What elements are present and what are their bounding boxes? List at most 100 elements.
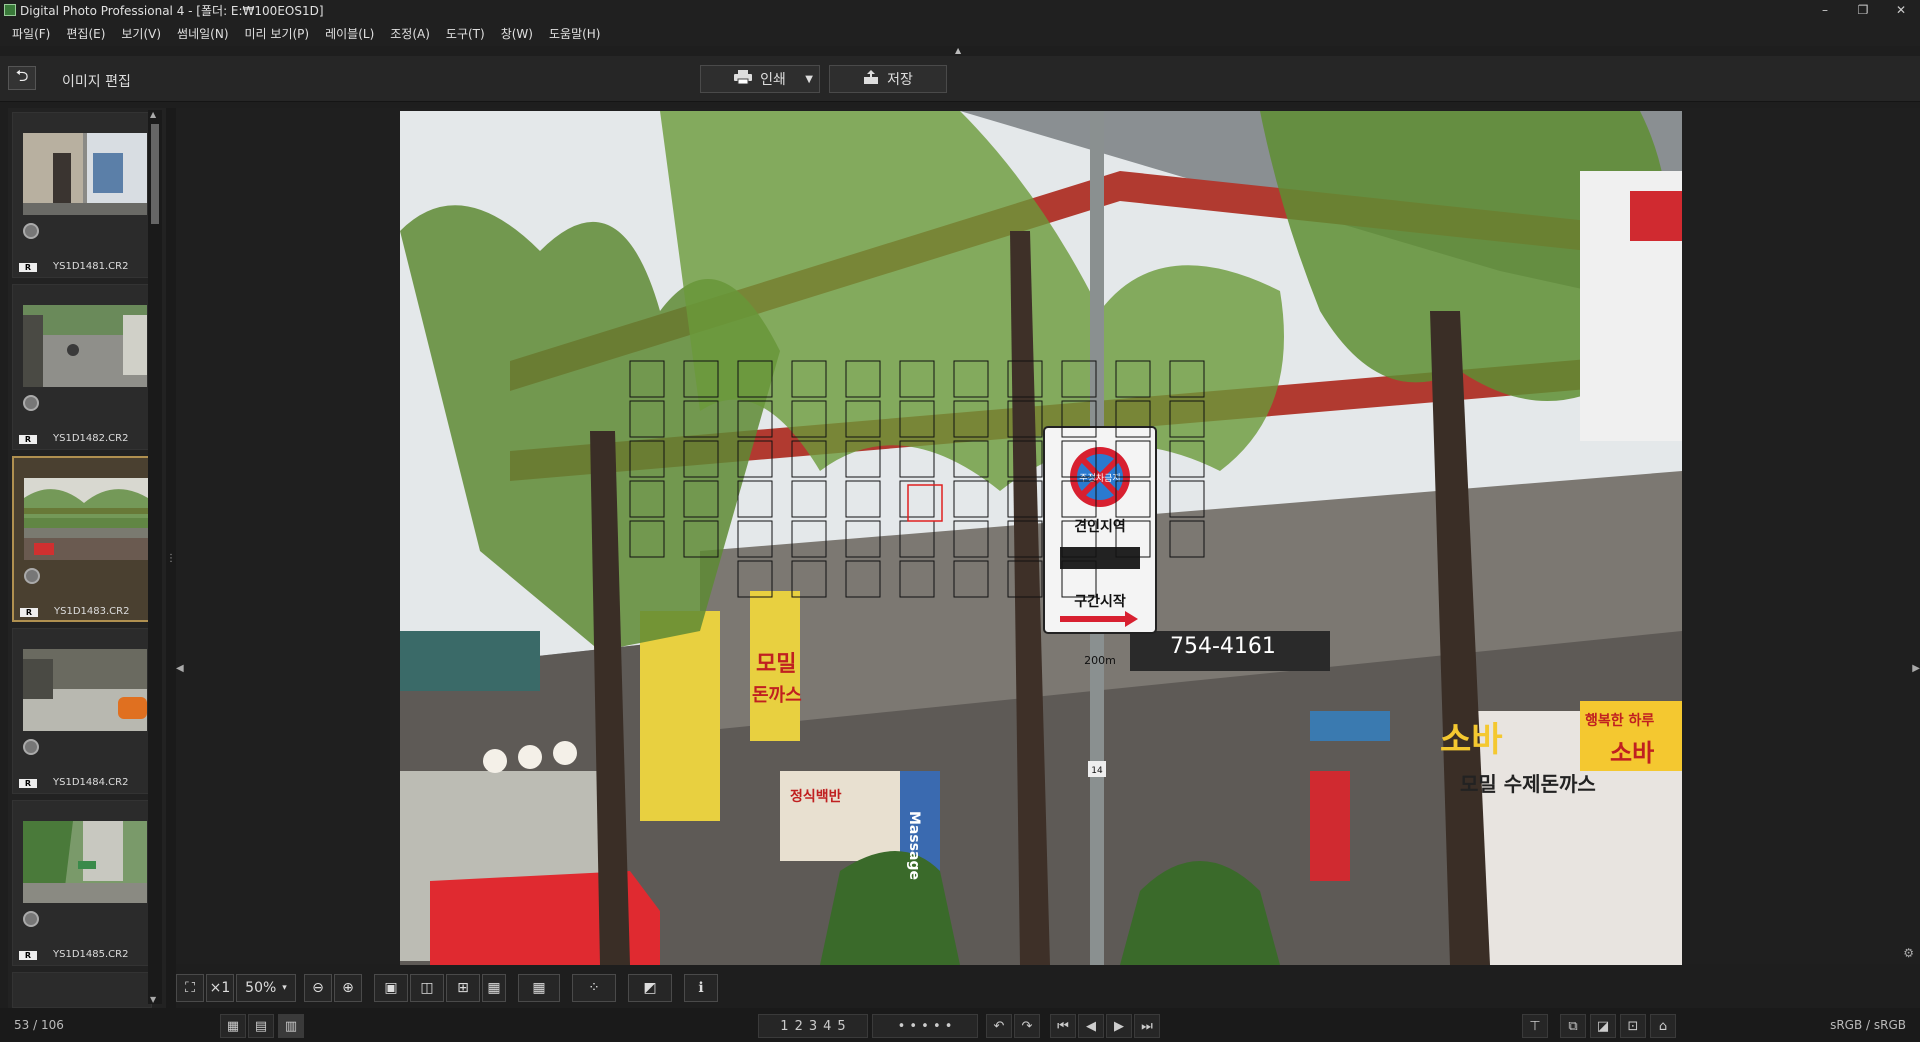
image-viewer[interactable]: ◀ 주정차금지 견인지역 구간시작 200m 754-4161 소바 행복한 하… [176,108,1920,965]
scroll-up-icon[interactable]: ▲ [150,110,156,119]
print-dropdown-icon[interactable]: ▼ [805,74,813,85]
thumbnail-small-button[interactable]: ▦ [220,1014,246,1038]
check-mark-icon[interactable] [23,395,39,411]
menu-edit[interactable]: 편집(E) [58,25,113,42]
compare-multi-button[interactable]: ⊞ [446,974,480,1002]
title-bar: Digital Photo Professional 4 - [폴더: E:₩1… [0,0,1920,20]
check-mark-icon[interactable] [24,568,40,584]
back-button[interactable]: ⮌ [8,66,36,90]
menu-help[interactable]: 도움말(H) [541,25,609,42]
grid-icon: ▦ [532,980,546,996]
status-bar: 53 / 106 ▦ ▤ ▥ 1 2 3 4 5 • • • • • ↶ ↷ ⏮… [0,1008,1920,1042]
scroll-thumb[interactable] [151,124,159,224]
highlight-warning-button[interactable]: ◩ [628,974,672,1002]
color-space: sRGB / sRGB [1830,1018,1906,1032]
first-image-button[interactable]: ⏮ [1050,1014,1076,1038]
next-image-button[interactable]: ▶ [1106,1014,1132,1038]
sync-view-button[interactable]: ▦ [482,974,506,1002]
menu-preview[interactable]: 미리 보기(P) [237,25,318,42]
check-mark-icon[interactable] [23,739,39,755]
last-image-button[interactable]: ⏭ [1134,1014,1160,1038]
single-view-button[interactable]: ▣ [374,974,408,1002]
info-button[interactable]: ℹ [684,974,718,1002]
toolbar: ⮌ 이미지 편집 인쇄 ▼ 저장 [0,56,1920,102]
panel-splitter[interactable]: ⋮ [166,108,176,1008]
rating-2[interactable]: 2 [795,1019,803,1034]
shop-sign-massage: Massage [906,811,922,880]
expand-right-icon[interactable]: ▶ [1912,663,1920,674]
restore-icon[interactable]: ❐ [1844,0,1882,20]
close-icon[interactable]: ✕ [1882,0,1920,20]
label-dots-icon: • • • • • [897,1018,953,1034]
menu-tools[interactable]: 도구(T) [438,25,493,42]
previous-image-button[interactable]: ◀ [1078,1014,1104,1038]
collapse-toolbar-icon[interactable]: ▲ [955,46,961,55]
zoom-out-button[interactable]: ⊖ [304,974,332,1002]
menu-adjust[interactable]: 조정(A) [382,25,438,42]
histogram-icon: ◪ [1596,1018,1610,1034]
thumbnail-medium-button[interactable]: ▤ [248,1014,274,1038]
expand-left-icon[interactable]: ◀ [176,663,184,674]
preview-photo[interactable]: 주정차금지 견인지역 구간시작 200m 754-4161 소바 행복한 하루 … [400,111,1682,965]
menu-window[interactable]: 창(W) [493,25,541,42]
rotate-right-button[interactable]: ↷ [1014,1014,1040,1038]
histogram-button[interactable]: ◪ [1590,1014,1616,1038]
thumbnail-filename: YS1D1485.CR2 [53,949,129,960]
camera-button[interactable]: ⌂ [1650,1014,1676,1038]
thumbnail-item[interactable]: R YS1D1484.CR2 [12,628,152,794]
app-icon [4,4,16,16]
thumbnail-large-button[interactable]: ▥ [278,1014,304,1038]
rotate-right-icon: ↷ [1021,1018,1033,1034]
next-icon: ▶ [1114,1018,1124,1034]
print-label: 인쇄 [760,72,786,88]
sign-mid-text: 견인지역 [1074,518,1126,535]
save-button[interactable]: 저장 [829,65,947,93]
tool-palette-button[interactable]: ⊤ [1522,1014,1548,1038]
raw-badge: R [19,435,37,444]
rotate-left-button[interactable]: ↶ [986,1014,1012,1038]
crop-icon: ⧉ [1568,1018,1578,1034]
minimize-icon[interactable]: – [1806,0,1844,20]
compare-view-icon: ◫ [420,980,434,996]
fit-icon: ⛶ [185,980,195,996]
scroll-down-icon[interactable]: ▼ [150,995,156,1004]
shop-sign-menu: 모밀 수제돈까스 [1460,772,1596,796]
rating-4[interactable]: 4 [823,1019,831,1034]
zoom-100-button[interactable]: ×1 [206,974,234,1002]
menu-file[interactable]: 파일(F) [4,25,58,42]
af-point-button[interactable]: ⁘ [572,974,616,1002]
thumbnail-filename: YS1D1481.CR2 [53,261,129,272]
raw-badge: R [19,951,37,960]
sign-distance-text: 200m [1084,654,1116,667]
grid-overlay-button[interactable]: ▦ [518,974,560,1002]
menu-thumbnail[interactable]: 썸네일(N) [169,25,236,42]
settings-icon[interactable]: ⚙ [1903,946,1914,960]
sign-bottom-text: 구간시작 [1074,593,1126,610]
star-rating-group[interactable]: 1 2 3 4 5 [758,1014,868,1038]
menu-label[interactable]: 레이블(L) [317,25,382,42]
rating-1[interactable]: 1 [780,1019,788,1034]
dust-delete-button[interactable]: ⊡ [1620,1014,1646,1038]
zoom-in-button[interactable]: ⊕ [334,974,362,1002]
thumbnail-scrollbar[interactable]: ▲ ▼ [148,110,162,1004]
thumbnail-item[interactable]: R YS1D1485.CR2 [12,800,152,966]
check-mark-icon[interactable] [23,223,39,239]
window-title: Digital Photo Professional 4 - [폴더: E:₩1… [20,3,324,18]
menu-view[interactable]: 보기(V) [113,25,169,42]
check-mark-icon[interactable] [23,911,39,927]
zoom-select[interactable]: 50% ▾ [236,974,296,1002]
crop-button[interactable]: ⧉ [1560,1014,1586,1038]
thumbnail-item-selected[interactable]: R YS1D1483.CR2 [12,456,152,622]
thumbnail-item[interactable]: R YS1D1482.CR2 [12,284,152,450]
fit-to-window-button[interactable]: ⛶ [176,974,204,1002]
print-button[interactable]: 인쇄 ▼ [700,65,820,93]
image-edit-label: 이미지 편집 [62,74,131,90]
rating-5[interactable]: 5 [837,1019,845,1034]
image-counter: 53 / 106 [14,1018,64,1032]
thumbnail-item[interactable]: R YS1D1481.CR2 [12,112,152,278]
sync-icon: ▦ [487,980,501,996]
thumbnail-item[interactable] [12,972,152,1008]
rating-3[interactable]: 3 [809,1019,817,1034]
compare-view-button[interactable]: ◫ [410,974,444,1002]
label-dots-group[interactable]: • • • • • [872,1014,978,1038]
